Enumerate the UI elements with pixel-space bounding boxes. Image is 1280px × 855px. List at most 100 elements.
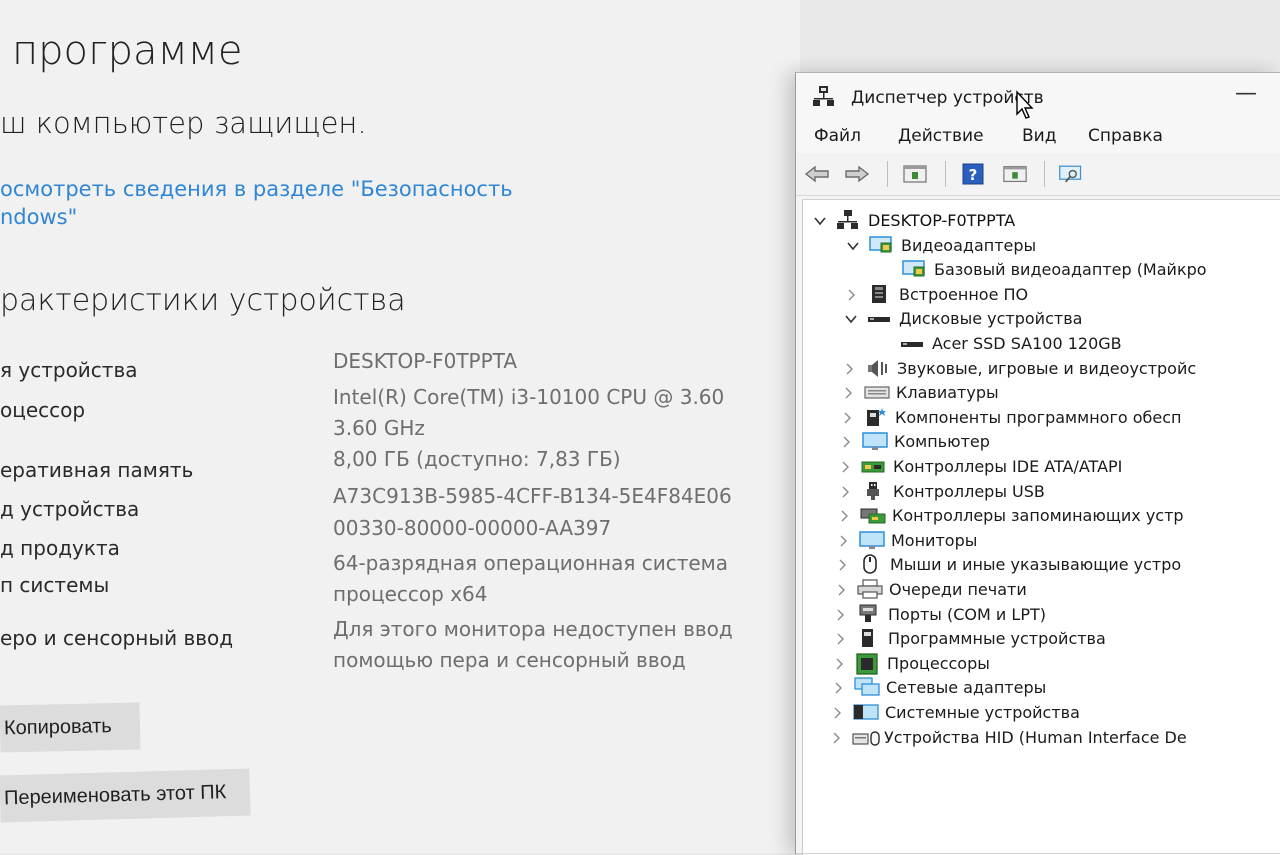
tree-category-node[interactable]: Системные устройства bbox=[830, 700, 1080, 724]
chevron-right-icon[interactable] bbox=[832, 656, 846, 670]
tree-category-node[interactable]: Дисковые устройства bbox=[844, 306, 1082, 330]
chevron-right-icon[interactable] bbox=[830, 705, 844, 719]
chevron-right-icon[interactable] bbox=[835, 557, 849, 571]
tree-node-label: Контроллеры IDE ATA/ATAPI bbox=[893, 456, 1123, 476]
chevron-right-icon[interactable] bbox=[839, 434, 853, 448]
update-driver-icon[interactable] bbox=[1002, 162, 1028, 186]
sound-icon bbox=[865, 358, 889, 378]
forward-arrow-icon[interactable] bbox=[844, 162, 870, 186]
back-arrow-icon[interactable] bbox=[804, 162, 830, 186]
toolbar: ? bbox=[796, 153, 1280, 196]
chevron-right-icon[interactable] bbox=[841, 385, 855, 399]
spec-value: 00330-80000-00000-AA397 bbox=[333, 513, 611, 544]
printer-icon bbox=[857, 579, 883, 599]
device-manager-icon bbox=[812, 85, 836, 107]
tree-category-node[interactable]: Компоненты программного обесп bbox=[840, 405, 1181, 429]
tree-node-label: Базовый видеоадаптер (Майкро bbox=[934, 259, 1207, 279]
menu-help[interactable]: Справка bbox=[1088, 126, 1163, 146]
processor-icon bbox=[855, 653, 879, 675]
tree-root-node[interactable]: DESKTOP-F0TPPTA bbox=[813, 208, 1015, 232]
spec-value-line: 64-разрядная операционная система bbox=[333, 551, 729, 575]
title-bar[interactable]: Диспетчер устройств — bbox=[796, 73, 1280, 121]
tree-category-node[interactable]: Очереди печати bbox=[834, 577, 1027, 601]
menu-file[interactable]: Файл bbox=[814, 126, 861, 146]
tree-category-node[interactable]: Видеоадаптеры bbox=[846, 233, 1036, 257]
tree-category-node[interactable]: Клавиатуры bbox=[841, 380, 999, 404]
tree-node-label: Очереди печати bbox=[889, 579, 1027, 599]
spec-value-line: 00330-80000-00000-AA397 bbox=[333, 516, 612, 540]
security-link[interactable]: осмотреть сведения в разделе "Безопаснос… bbox=[0, 175, 513, 231]
tree-node-label: Устройства HID (Human Interface De bbox=[884, 727, 1187, 747]
copy-button[interactable]: Копировать bbox=[0, 702, 141, 753]
monitor-icon bbox=[859, 530, 885, 550]
spec-value-line: Для этого монитора недоступен ввод bbox=[333, 617, 733, 641]
tree-node-label: Клавиатуры bbox=[896, 382, 999, 402]
chevron-right-icon[interactable] bbox=[833, 607, 847, 621]
tree-category-node[interactable]: Программные устройства bbox=[833, 626, 1106, 650]
chevron-right-icon[interactable] bbox=[831, 680, 845, 694]
spec-value: Intel(R) Core(TM) i3-10100 CPU @ 3.60 3.6… bbox=[333, 382, 724, 444]
tree-category-node[interactable]: Мыши и иные указывающие устро bbox=[835, 552, 1181, 576]
spec-value-line: 8,00 ГБ (доступно: 7,83 ГБ) bbox=[333, 447, 621, 471]
chevron-down-icon[interactable] bbox=[813, 213, 827, 227]
chevron-right-icon[interactable] bbox=[844, 287, 858, 301]
chevron-right-icon[interactable] bbox=[837, 508, 851, 522]
menu-view[interactable]: Вид bbox=[1022, 126, 1056, 146]
software-device-icon bbox=[856, 628, 880, 648]
toolbar-separator bbox=[945, 161, 946, 187]
mouse-icon bbox=[858, 554, 882, 574]
tree-category-node[interactable]: Контроллеры USB bbox=[838, 479, 1045, 503]
usb-icon bbox=[861, 481, 885, 501]
tree-node-label: Компоненты программного обесп bbox=[895, 407, 1182, 427]
keyboard-icon bbox=[864, 382, 890, 402]
menu-action[interactable]: Действие bbox=[898, 126, 984, 146]
tree-category-node[interactable]: Компьютер bbox=[839, 429, 990, 453]
display-adapter-icon bbox=[902, 259, 926, 279]
scan-hardware-icon[interactable] bbox=[1058, 162, 1084, 186]
tree-category-node[interactable]: Устройства HID (Human Interface De bbox=[829, 725, 1187, 749]
properties-icon[interactable] bbox=[902, 162, 928, 186]
security-link-line2[interactable]: ndows" bbox=[0, 203, 513, 231]
tree-node-label: DESKTOP-F0TPPTA bbox=[868, 210, 1016, 230]
minimize-button[interactable]: — bbox=[1231, 81, 1261, 106]
port-icon bbox=[856, 604, 880, 624]
tree-node-label: Программные устройства bbox=[888, 628, 1106, 648]
tree-node-label: Звуковые, игровые и видеоустройс bbox=[897, 358, 1197, 378]
tree-node-label: Мыши и иные указывающие устро bbox=[890, 554, 1182, 574]
tree-category-node[interactable]: Порты (COM и LPT) bbox=[833, 602, 1046, 626]
chevron-right-icon[interactable] bbox=[834, 582, 848, 596]
display-adapter-icon bbox=[869, 235, 893, 255]
tree-category-node[interactable]: Контроллеры IDE ATA/ATAPI bbox=[838, 454, 1122, 478]
spec-value-line: 3.60 GHz bbox=[333, 416, 425, 440]
tree-category-node[interactable]: Сетевые адаптеры bbox=[831, 675, 1046, 699]
spec-value-line: DESKTOP-F0TPPTA bbox=[333, 349, 518, 373]
chevron-right-icon[interactable] bbox=[829, 730, 843, 744]
chevron-right-icon[interactable] bbox=[842, 361, 856, 375]
chevron-right-icon[interactable] bbox=[840, 410, 854, 424]
security-link-line1[interactable]: осмотреть сведения в разделе "Безопаснос… bbox=[0, 175, 513, 203]
chevron-right-icon[interactable] bbox=[836, 533, 850, 547]
tree-node-label: Мониторы bbox=[891, 530, 978, 550]
chevron-right-icon[interactable] bbox=[833, 631, 847, 645]
help-icon[interactable]: ? bbox=[960, 162, 986, 186]
tree-device-node[interactable]: Acer SSD SA100 120GB bbox=[877, 331, 1122, 355]
chevron-down-icon[interactable] bbox=[846, 238, 860, 252]
about-page: программе ш компьютер защищен. осмотреть… bbox=[0, 0, 800, 853]
menu-bar: Файл Действие Вид Справка bbox=[796, 121, 1280, 153]
device-tree[interactable]: DESKTOP-F0TPPTA Видеоадаптеры Базовый виде… bbox=[802, 199, 1280, 855]
tree-category-node[interactable]: Мониторы bbox=[836, 528, 977, 552]
disk-drive-icon bbox=[867, 308, 891, 328]
chevron-right-icon[interactable] bbox=[838, 484, 852, 498]
tree-device-node[interactable]: Базовый видеоадаптер (Майкро bbox=[879, 257, 1207, 281]
chevron-right-icon[interactable] bbox=[838, 459, 852, 473]
network-adapter-icon bbox=[854, 677, 880, 697]
computer-root-icon bbox=[836, 210, 860, 230]
tree-category-node[interactable]: Процессоры bbox=[832, 651, 990, 675]
chevron-down-icon[interactable] bbox=[844, 311, 858, 325]
tree-category-node[interactable]: Звуковые, игровые и видеоустройс bbox=[842, 356, 1196, 380]
tree-node-label: Видеоадаптеры bbox=[901, 235, 1037, 255]
tree-category-node[interactable]: Встроенное ПО bbox=[844, 282, 1028, 306]
rename-pc-button[interactable]: Переименовать этот ПК bbox=[0, 768, 251, 823]
tree-category-node[interactable]: Контроллеры запоминающих устр bbox=[837, 503, 1184, 527]
